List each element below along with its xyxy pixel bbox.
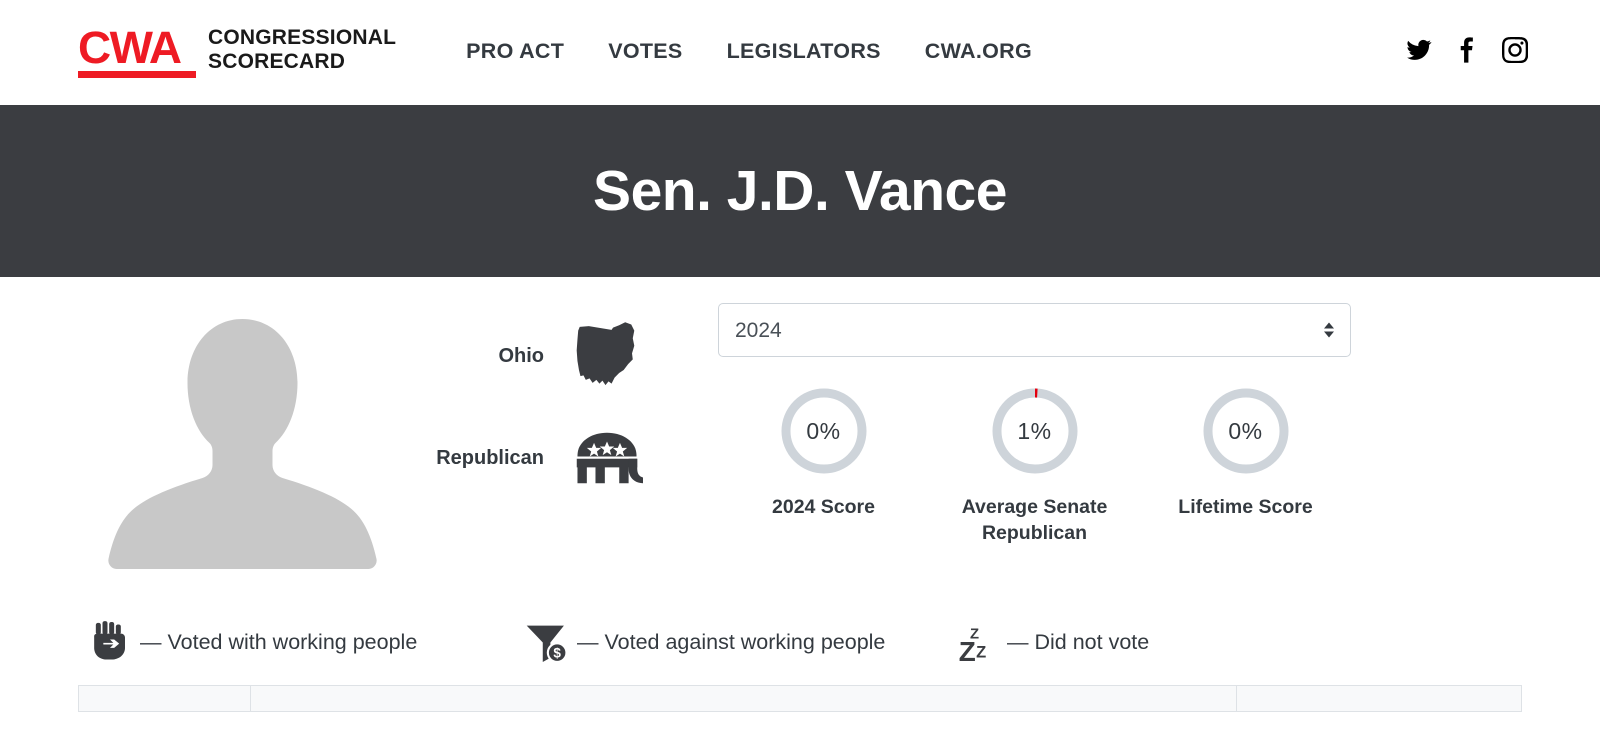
score-gauges: 0% 2024 Score 1% Average Senate Republic… — [718, 385, 1351, 547]
score-gauge-lifetime: 0% Lifetime Score — [1140, 385, 1351, 547]
raised-fist-icon — [88, 619, 132, 665]
ring-chart-lifetime: 0% — [1200, 385, 1292, 477]
score-label-lifetime: Lifetime Score — [1178, 496, 1313, 518]
ring-chart-2024: 0% — [778, 385, 870, 477]
main-navigation: PRO ACT VOTES LEGISLATORS CWA.ORG — [466, 39, 1032, 66]
votes-table-header — [78, 685, 1522, 712]
score-gauge-avg-senate-republican: 1% Average Senate Republican — [929, 385, 1140, 547]
scores-column: 2024 2023 0% 2024 Score — [668, 299, 1522, 547]
ring-chart-avg-senate-republican: 1% — [989, 385, 1081, 477]
svg-text:Z: Z — [970, 627, 979, 643]
legend-text-voted-with: — Voted with working people — [140, 629, 418, 654]
party-row: Republican — [426, 423, 668, 493]
zzz-sleeping-icon: Z Z Z — [955, 619, 999, 665]
state-row: Ohio — [426, 321, 668, 391]
instagram-icon[interactable] — [1502, 36, 1528, 63]
nav-votes[interactable]: VOTES — [608, 39, 682, 64]
brand-title: CONGRESSIONAL SCORECARD — [208, 26, 396, 79]
facebook-icon[interactable] — [1454, 36, 1480, 63]
site-header: CWA CONGRESSIONAL SCORECARD PRO ACT VOTE… — [0, 0, 1600, 105]
table-col-vote — [78, 685, 251, 712]
party-label: Republican — [436, 446, 544, 469]
page-title: Sen. J.D. Vance — [593, 159, 1007, 223]
cwa-logo-mark: CWA — [78, 21, 196, 79]
person-placeholder-icon — [108, 319, 377, 569]
year-select-wrapper: 2024 2023 — [718, 303, 1351, 357]
score-value-avg-senate-republican: 1% — [1017, 417, 1052, 444]
table-col-outcome — [1236, 685, 1522, 712]
hero-banner: Sen. J.D. Vance — [0, 105, 1600, 277]
profile-section: Ohio Republican 2024 0% 2024 Score 1% Av… — [0, 277, 1600, 599]
svg-text:Z: Z — [976, 643, 986, 662]
brand-title-line2: SCORECARD — [208, 49, 346, 73]
brand-title-line1: CONGRESSIONAL — [208, 25, 397, 49]
nav-cwa-org[interactable]: CWA.ORG — [925, 39, 1032, 64]
year-select[interactable]: 2024 2023 — [718, 303, 1351, 357]
legend-item-did-not-vote: Z Z Z — Did not vote — [955, 619, 1149, 665]
score-value-2024: 0% — [806, 417, 841, 444]
svg-text:$: $ — [553, 645, 561, 660]
legend-text-did-not-vote: — Did not vote — [1007, 629, 1150, 654]
vote-legend: — Voted with working people $ — Voted ag… — [0, 599, 1600, 665]
funnel-money-icon: $ — [525, 619, 569, 665]
ohio-state-outline-icon — [568, 319, 646, 393]
nav-pro-act[interactable]: PRO ACT — [466, 39, 564, 64]
legend-text-voted-against: — Voted against working people — [577, 629, 886, 654]
nav-legislators[interactable]: LEGISLATORS — [727, 39, 881, 64]
avatar-column — [78, 299, 378, 599]
score-value-lifetime: 0% — [1228, 417, 1263, 444]
twitter-icon[interactable] — [1406, 37, 1432, 63]
table-col-bill — [250, 685, 1237, 712]
state-label: Ohio — [498, 344, 544, 367]
republican-elephant-icon — [568, 421, 646, 495]
cwa-logo-text: CWA — [78, 21, 182, 73]
legend-item-voted-against: $ — Voted against working people — [525, 619, 955, 665]
score-label-avg-senate-republican: Average Senate Republican — [961, 496, 1108, 545]
social-links — [1406, 36, 1528, 69]
legislator-meta: Ohio Republican — [378, 299, 668, 493]
legend-item-voted-with: — Voted with working people — [78, 619, 525, 665]
table-header-row — [78, 685, 1522, 712]
brand-logo[interactable]: CWA CONGRESSIONAL SCORECARD — [78, 21, 396, 79]
votes-table — [78, 685, 1522, 712]
score-label-2024: 2024 Score — [772, 496, 875, 518]
score-gauge-2024: 0% 2024 Score — [718, 385, 929, 547]
